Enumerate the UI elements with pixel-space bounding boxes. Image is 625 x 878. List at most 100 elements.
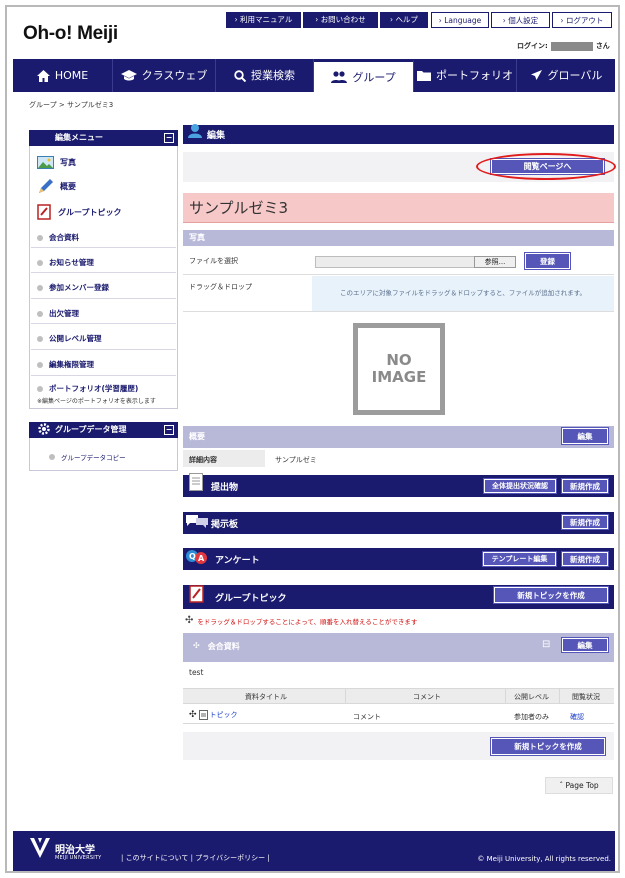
- row-status-link[interactable]: 確認: [570, 712, 584, 722]
- meeting-note: test: [189, 668, 204, 677]
- notebook-icon: [37, 204, 51, 220]
- collapse-toggle-icon[interactable]: −: [164, 133, 174, 143]
- bullet-icon: [37, 385, 43, 392]
- sidebar-item-notice[interactable]: お知らせ管理: [37, 257, 94, 268]
- chevron-up-icon: ˆ: [559, 781, 564, 790]
- new-topic-button-bottom[interactable]: 新規トピックを作成: [491, 738, 605, 755]
- sidebar-item-portfolio[interactable]: ポートフォリオ(学習履歴): [37, 383, 138, 394]
- submissions-new-button[interactable]: 新規作成: [562, 479, 608, 493]
- svg-text:Q: Q: [189, 552, 196, 561]
- row-level: 参加者のみ: [514, 713, 549, 721]
- sidebar-group-data-header[interactable]: グループデータ管理 −: [29, 422, 178, 438]
- bullet-icon: [37, 284, 43, 291]
- qa-icon: QA: [186, 550, 207, 564]
- dragdrop-label: ドラッグ＆ドロップ: [189, 283, 252, 291]
- highlight-circle: [476, 153, 616, 180]
- sidebar-item-group-topic[interactable]: グループトピック: [37, 204, 122, 220]
- sidebar-item-attendance[interactable]: 出欠管理: [37, 308, 79, 319]
- util-help-link[interactable]: › ヘルプ: [380, 12, 429, 28]
- pencil-icon: [39, 179, 53, 193]
- nav-classweb[interactable]: クラスウェブ: [113, 59, 216, 92]
- meeting-edit-button[interactable]: 編集: [562, 638, 608, 652]
- detail-label: 詳細内容: [189, 456, 217, 464]
- survey-new-button[interactable]: 新規作成: [562, 552, 608, 566]
- util-contact-link[interactable]: › お問い合わせ: [303, 12, 379, 28]
- nav-group[interactable]: グループ: [314, 59, 414, 92]
- airplane-icon: [530, 70, 542, 80]
- notebook-icon: [189, 585, 204, 603]
- sidebar-item-photo[interactable]: 写真: [37, 156, 76, 169]
- privacy-link[interactable]: プライバシーポリシー: [195, 854, 265, 862]
- breadcrumb-parent[interactable]: グループ: [29, 101, 57, 109]
- edit-user-icon: [188, 124, 202, 138]
- reorder-hint: ✣ をドラッグ＆ドロップすることによって、順番を入れ替えることができます: [185, 615, 418, 626]
- nav-global[interactable]: グローバル: [517, 59, 615, 92]
- nav-portfolio[interactable]: ポートフォリオ: [414, 59, 517, 92]
- overview-edit-button[interactable]: 編集: [562, 428, 608, 444]
- univ-name: 明治大学: [55, 845, 95, 856]
- sidebar-item-group-copy[interactable]: グループデータコピー: [49, 452, 126, 462]
- main-nav: HOME クラスウェブ 授業検索 グループ ポートフォリオ グローバル: [13, 59, 615, 92]
- row-title-cell: ✣ トピック: [189, 710, 238, 720]
- login-info: ログイン: さん: [517, 41, 610, 51]
- sidebar-item-overview[interactable]: 概要: [37, 178, 76, 195]
- move-icon[interactable]: ✣: [193, 641, 200, 652]
- col-comment: コメント: [413, 693, 441, 701]
- meeting-docs-title[interactable]: ✣ 会合資料: [193, 641, 240, 652]
- group-icon: [331, 71, 348, 83]
- about-link[interactable]: このサイトについて: [126, 854, 189, 862]
- site-logo[interactable]: Oh-o! Meiji: [23, 23, 118, 45]
- gear-icon: [38, 423, 50, 435]
- photo-section-header: 写真: [183, 230, 614, 246]
- page-top-button[interactable]: ˆ Page Top: [545, 777, 613, 794]
- mortarboard-icon: [120, 70, 137, 81]
- move-icon[interactable]: ✣: [189, 710, 197, 720]
- nav-home[interactable]: HOME: [13, 59, 113, 92]
- register-button[interactable]: 登録: [525, 253, 570, 269]
- util-settings-link[interactable]: › 個人設定: [491, 12, 550, 28]
- submission-status-button[interactable]: 全体提出状況確認: [484, 479, 556, 493]
- move-icon: ✣: [185, 615, 194, 626]
- footer-links: | このサイトについて | プライバシーポリシー |: [121, 854, 270, 862]
- sidebar-item-members[interactable]: 参加メンバー登録: [37, 282, 109, 293]
- home-icon: [36, 69, 50, 82]
- util-language-link[interactable]: › Language: [431, 12, 489, 28]
- file-select-label: ファイルを選択: [189, 257, 238, 265]
- bullet-icon: [37, 361, 43, 368]
- photo-icon: [37, 156, 54, 169]
- meeting-collapse-icon[interactable]: ⊟: [542, 639, 550, 650]
- collapse-toggle-icon[interactable]: −: [164, 425, 174, 435]
- table-row: [183, 704, 614, 724]
- bullet-icon: [37, 335, 43, 342]
- col-title: 資料タイトル: [245, 693, 287, 701]
- browse-button[interactable]: 参照...: [474, 256, 516, 268]
- dragdrop-area[interactable]: このエリアに対象ファイルをドラッグ＆ドロップすると、ファイルが追加されます。: [312, 276, 614, 311]
- edit-header: 編集: [183, 124, 614, 144]
- sidebar-item-public-level[interactable]: 公開レベル管理: [37, 333, 102, 344]
- template-edit-button[interactable]: テンプレート編集: [483, 552, 556, 566]
- bulletin-header: 掲示板: [183, 512, 614, 534]
- col-level: 公開レベル: [514, 693, 549, 701]
- bullet-icon: [37, 310, 43, 317]
- chat-bubble-icon: [186, 515, 208, 528]
- nav-course-search[interactable]: 授業検索: [216, 59, 314, 92]
- topic-link[interactable]: トピック: [210, 710, 238, 720]
- row-comment: コメント: [353, 713, 381, 721]
- univ-en: MEIJI UNIVERSITY: [55, 855, 102, 861]
- search-icon: [234, 69, 246, 82]
- portfolio-note: ※編集ページのポートフォリオを表示します: [37, 398, 156, 405]
- util-manual-link[interactable]: › 利用マニュアル: [226, 12, 302, 28]
- util-logout-link[interactable]: › ログアウト: [552, 12, 612, 28]
- sidebar-item-edit-permission[interactable]: 編集権限管理: [37, 359, 94, 370]
- new-topic-button-top[interactable]: 新規トピックを作成: [494, 587, 608, 603]
- overview-section-header: 概要: [183, 426, 614, 448]
- detail-value: サンプルゼミ: [275, 456, 317, 464]
- masked-username: [550, 41, 593, 51]
- meiji-logo-icon: [30, 838, 50, 858]
- col-status: 閲覧状況: [572, 693, 600, 701]
- footer: 明治大学 MEIJI UNIVERSITY | このサイトについて | プライバ…: [13, 831, 615, 871]
- bulletin-new-button[interactable]: 新規作成: [562, 515, 608, 529]
- sidebar-item-meeting-docs[interactable]: 会合資料: [37, 232, 79, 243]
- sidebar-edit-menu-header[interactable]: 編集メニュー −: [29, 130, 178, 146]
- no-image-placeholder: NO IMAGE: [353, 323, 445, 415]
